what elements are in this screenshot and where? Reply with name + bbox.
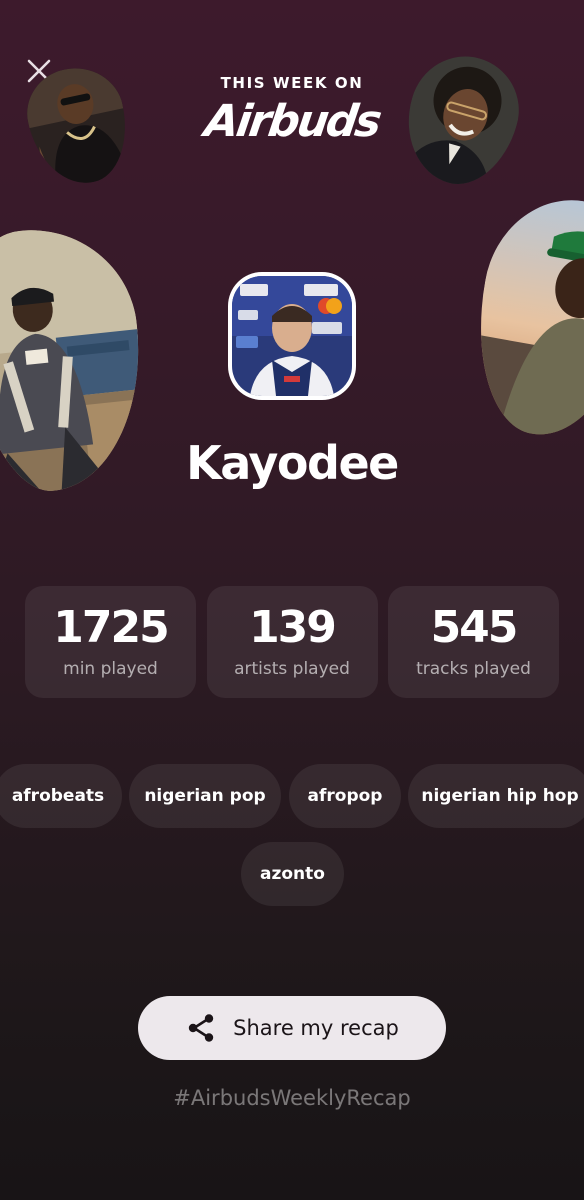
weekly-recap-screen: THIS WEEK ON Airbuds Kayodee 1725 min pl… — [0, 0, 584, 1200]
user-avatar[interactable] — [228, 272, 356, 400]
share-recap-button[interactable]: Share my recap — [138, 996, 446, 1060]
genre-chip[interactable]: azonto — [241, 842, 344, 906]
genre-chip[interactable]: afrobeats — [0, 764, 122, 828]
username: Kayodee — [186, 436, 399, 490]
stat-label: min played — [63, 659, 158, 679]
genre-chip[interactable]: afropop — [289, 764, 401, 828]
stat-card-minutes: 1725 min played — [25, 586, 196, 698]
stat-value: 139 — [249, 602, 337, 653]
stat-card-artists: 139 artists played — [206, 586, 378, 698]
stats-row: 1725 min played 139 artists played 545 t… — [25, 586, 559, 698]
genre-chip[interactable]: nigerian hip hop — [408, 764, 584, 828]
stat-label: tracks played — [416, 659, 531, 679]
stat-value: 545 — [430, 602, 519, 653]
stat-card-tracks: 545 tracks played — [388, 586, 559, 698]
genre-chip[interactable]: nigerian pop — [129, 764, 281, 828]
airbuds-logo: Airbuds — [201, 95, 384, 148]
artist-photo-blob — [392, 43, 532, 197]
share-button-label: Share my recap — [233, 1016, 399, 1040]
recap-hashtag: #AirbudsWeeklyRecap — [173, 1086, 411, 1110]
share-icon — [185, 1012, 217, 1044]
stat-value: 1725 — [53, 602, 169, 653]
header-kicker: THIS WEEK ON — [220, 74, 364, 92]
stat-label: artists played — [234, 659, 350, 679]
artist-photo-blob — [460, 186, 584, 448]
recap-header: THIS WEEK ON Airbuds — [142, 74, 442, 150]
